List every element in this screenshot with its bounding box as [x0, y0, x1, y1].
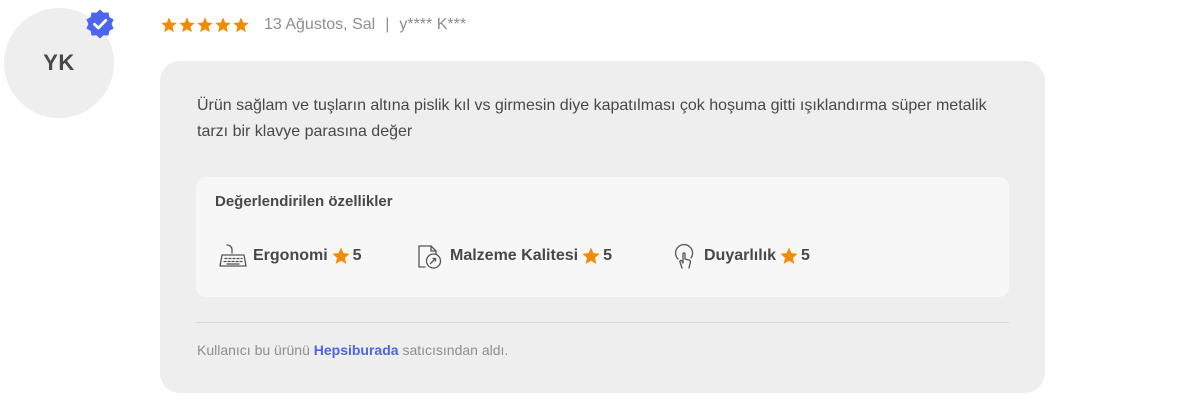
- star-icon: [780, 247, 798, 264]
- seller-link[interactable]: Hepsiburada: [314, 342, 399, 358]
- feature-material-quality: Malzeme Kalitesi 5: [415, 241, 612, 271]
- reviewer-avatar-wrap: YK: [4, 8, 114, 120]
- rated-features-title: Değerlendirilen özellikler: [215, 193, 393, 210]
- feature-ergonomics: Ergonomi 5: [218, 241, 362, 271]
- rated-features-box: Değerlendirilen özellikler Ergonomi 5 Ma…: [196, 177, 1009, 297]
- reviewer-name: y**** K***: [399, 16, 467, 33]
- avatar-initials: YK: [43, 50, 75, 75]
- star-icon: [233, 17, 249, 33]
- feature-score: 5: [603, 247, 612, 264]
- star-icon: [332, 247, 350, 264]
- review-header: 13 Ağustos, Sal | y**** K***: [160, 13, 466, 37]
- feature-label: Duyarlılık: [704, 247, 777, 264]
- review-text: Ürün sağlam ve tuşların altına pislik kı…: [197, 97, 987, 140]
- star-rating: [160, 16, 250, 34]
- keyboard-icon: [219, 244, 247, 267]
- star-icon: [161, 17, 177, 33]
- feature-label: Ergonomi: [253, 247, 328, 264]
- seller-note-prefix: Kullanıcı bu ürünü: [197, 342, 310, 358]
- feature-responsiveness: Duyarlılık 5: [669, 241, 810, 271]
- header-separator: |: [385, 16, 390, 33]
- feature-score: 5: [801, 247, 810, 264]
- seller-note-suffix: satıcısından aldı.: [402, 342, 509, 358]
- feature-score: 5: [352, 247, 362, 264]
- seller-note: Kullanıcı bu ürünü Hepsiburada satıcısın…: [197, 342, 508, 358]
- star-icon: [197, 17, 213, 33]
- material-quality-icon: [418, 245, 442, 269]
- verified-badge-icon: [86, 9, 114, 39]
- touch-response-icon: [674, 243, 694, 269]
- divider: [196, 322, 1009, 323]
- review-card: Ürün sağlam ve tuşların altına pislik kı…: [160, 61, 1045, 393]
- feature-label: Malzeme Kalitesi: [450, 247, 579, 264]
- star-icon: [582, 247, 600, 264]
- star-icon: [179, 17, 195, 33]
- star-icon: [215, 17, 231, 33]
- review-date: 13 Ağustos, Sal: [264, 16, 376, 33]
